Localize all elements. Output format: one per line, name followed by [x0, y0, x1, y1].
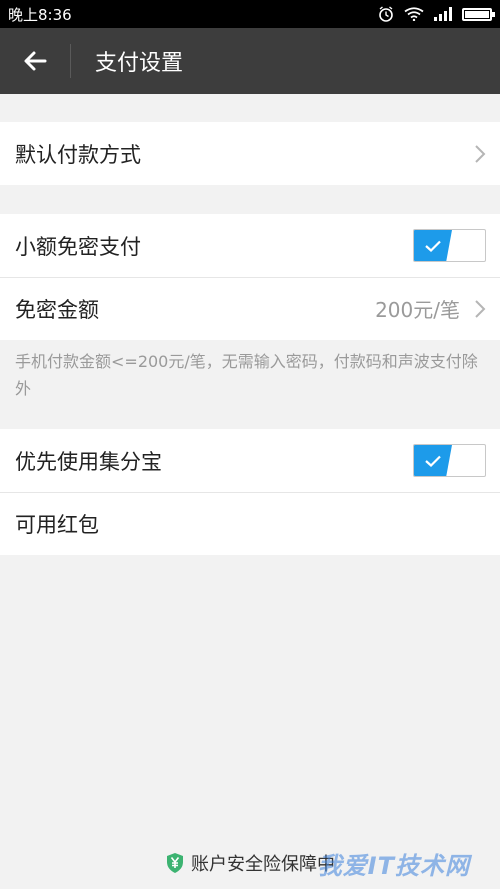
back-button[interactable] — [0, 28, 70, 94]
section-deduction: 优先使用集分宝 可用红包 — [0, 429, 500, 555]
chevron-right-icon — [475, 144, 486, 163]
status-time: 晚上8:36 — [8, 5, 72, 24]
status-icons — [378, 6, 495, 22]
free-amount-hint: 手机付款金额<=200元/笔，无需输入密码，付款码和声波支付除外 — [15, 352, 478, 398]
jifenbao-toggle[interactable] — [413, 444, 486, 477]
free-amount-label: 免密金额 — [15, 297, 99, 322]
signal-icon — [434, 7, 452, 21]
wifi-icon — [404, 7, 424, 21]
default-payment-label: 默认付款方式 — [15, 142, 141, 167]
free-amount-value: 200元/笔 — [375, 298, 460, 322]
alarm-icon — [379, 6, 393, 22]
watermark: 我爱IT技术网 — [317, 852, 470, 880]
toggle-on-indicator — [414, 230, 452, 261]
small-amount-row: 小额免密支付 — [0, 214, 500, 277]
jifenbao-row: 优先使用集分宝 — [0, 429, 500, 492]
small-amount-label: 小额免密支付 — [15, 234, 141, 259]
checkmark-icon — [425, 240, 441, 252]
toggle-on-indicator — [414, 445, 452, 476]
free-amount-row[interactable]: 免密金额 200元/笔 — [0, 277, 500, 340]
red-packet-row[interactable]: 可用红包 — [0, 492, 500, 555]
red-packet-label: 可用红包 — [15, 512, 99, 537]
arrow-left-icon — [24, 51, 47, 71]
page-title: 支付设置 — [95, 51, 184, 76]
jifenbao-label: 优先使用集分宝 — [15, 449, 162, 474]
section-default-payment: 默认付款方式 — [0, 122, 500, 185]
default-payment-row[interactable]: 默认付款方式 — [0, 122, 500, 185]
battery-icon — [462, 7, 495, 21]
header-divider — [70, 44, 71, 78]
shield-yen-icon — [167, 853, 183, 873]
status-bar: 晚上8:36 — [0, 0, 500, 28]
app-header: 支付设置 — [0, 28, 500, 94]
insurance-text: 账户安全险保障中 — [191, 854, 335, 875]
chevron-right-icon — [475, 299, 486, 318]
checkmark-icon — [425, 455, 441, 467]
section-small-amount: 小额免密支付 免密金额 200元/笔 — [0, 214, 500, 340]
small-amount-toggle[interactable] — [413, 229, 486, 262]
